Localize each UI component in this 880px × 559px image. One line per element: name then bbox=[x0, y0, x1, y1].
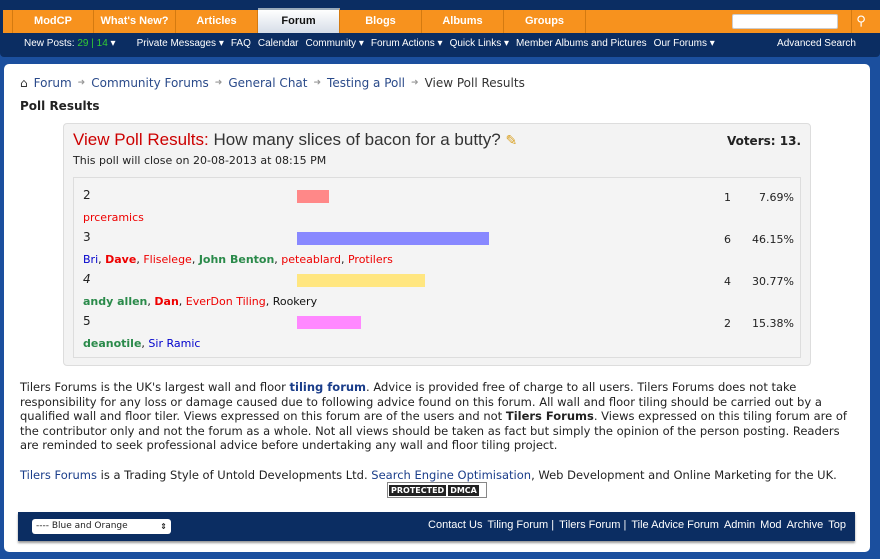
footer-links: Contact Us Tiling Forum | Tilers Forum | Ti… bbox=[428, 519, 846, 531]
subnav-item[interactable]: Forum Actions ▾ bbox=[371, 38, 443, 52]
tab-modcp[interactable]: ModCP bbox=[12, 10, 94, 33]
voter-link[interactable]: Fliselege bbox=[143, 253, 192, 266]
voter-list: deanotile, Sir Ramic bbox=[83, 337, 201, 350]
poll-close-date: This poll will close on 20-08-2013 at 08… bbox=[73, 154, 327, 167]
tab-forum[interactable]: Forum bbox=[258, 8, 340, 33]
voter-link[interactable]: peteablard bbox=[281, 253, 341, 266]
subnav-item[interactable]: Member Albums and Pictures bbox=[516, 38, 647, 52]
breadcrumb: ⌂ Forum ➜ Community Forums ➜ General Chat ➜ Tes… bbox=[20, 76, 525, 90]
poll-options: 2 1 7.69% prceramics 3 6 46.15% Bri, Dave, Flis… bbox=[73, 177, 801, 358]
voter-link[interactable]: andy allen bbox=[83, 295, 147, 308]
footer-link[interactable]: Top bbox=[828, 519, 846, 531]
footer-link[interactable]: Mod bbox=[760, 519, 781, 531]
new-posts[interactable]: New Posts: 29 | 14 ▾ bbox=[24, 38, 116, 52]
breadcrumb-item[interactable]: Community Forums bbox=[91, 76, 209, 90]
result-bar bbox=[297, 232, 489, 245]
magnifier-icon: ⚲ bbox=[856, 14, 866, 29]
poll-title: View Poll Results: How many slices of ba… bbox=[73, 130, 518, 149]
footer-link[interactable]: Archive bbox=[787, 519, 824, 531]
voter-link[interactable]: John Benton bbox=[199, 253, 274, 266]
home-icon[interactable]: ⌂ bbox=[20, 76, 28, 90]
option-label: 5 bbox=[83, 314, 91, 328]
vote-count: 1 bbox=[724, 191, 731, 204]
option-label: 2 bbox=[83, 188, 91, 202]
disclaimer: Tilers Forums is the UK's largest wall a… bbox=[20, 380, 847, 452]
result-bar bbox=[297, 190, 329, 203]
option-label: 3 bbox=[83, 230, 91, 244]
voter-link[interactable]: Sir Ramic bbox=[148, 337, 200, 350]
voter-link[interactable]: Rookery bbox=[273, 295, 317, 308]
tab-blogs[interactable]: Blogs bbox=[340, 10, 422, 33]
top-header: ModCP What's New? Articles Forum Blogs Albums… bbox=[0, 0, 880, 57]
result-bar bbox=[297, 274, 425, 287]
subnav-item[interactable]: Quick Links ▾ bbox=[450, 38, 509, 52]
select-arrows-icon: ⇕ bbox=[160, 522, 167, 531]
footer-bar: ---- Blue and Orange ⇕ Contact Us Tiling F… bbox=[18, 512, 855, 541]
vote-percent: 46.15% bbox=[752, 233, 794, 246]
breadcrumb-item[interactable]: Forum bbox=[34, 76, 72, 90]
footer-link[interactable]: Contact Us bbox=[428, 519, 482, 531]
breadcrumb-item[interactable]: Testing a Poll bbox=[327, 76, 405, 90]
subnav-item[interactable]: FAQ bbox=[231, 38, 251, 52]
breadcrumb-separator-icon: ➜ bbox=[313, 78, 322, 88]
voter-link[interactable]: EverDon Tiling bbox=[186, 295, 266, 308]
voter-list: prceramics bbox=[83, 211, 144, 224]
seo-link[interactable]: Search Engine Optimisation bbox=[371, 468, 531, 482]
poll-results-box: View Poll Results: How many slices of ba… bbox=[63, 123, 811, 366]
voter-list: Bri, Dave, Fliselege, John Benton, petea… bbox=[83, 253, 393, 266]
breadcrumb-separator-icon: ➜ bbox=[214, 78, 223, 88]
sub-nav: New Posts: 29 | 14 ▾ Private Messages ▾ F… bbox=[24, 38, 715, 52]
voter-link[interactable]: prceramics bbox=[83, 211, 144, 224]
breadcrumb-separator-icon: ➜ bbox=[77, 78, 86, 88]
tab-articles[interactable]: Articles bbox=[176, 10, 258, 33]
vote-percent: 15.38% bbox=[752, 317, 794, 330]
dmca-badge[interactable]: PROTECTED DMCA bbox=[387, 482, 487, 498]
footer-link[interactable]: Tile Advice Forum bbox=[631, 519, 719, 531]
tab-groups[interactable]: Groups bbox=[504, 10, 586, 33]
breadcrumb-item[interactable]: General Chat bbox=[228, 76, 307, 90]
breadcrumb-separator-icon: ➜ bbox=[411, 78, 419, 88]
subnav-item[interactable]: Our Forums ▾ bbox=[654, 38, 715, 52]
voters-count: Voters: 13. bbox=[726, 134, 801, 148]
voter-link[interactable]: deanotile bbox=[83, 337, 141, 350]
voter-link[interactable]: Dan bbox=[154, 295, 178, 308]
vote-count: 6 bbox=[724, 233, 731, 246]
tiling-forum-link[interactable]: tiling forum bbox=[290, 380, 367, 394]
tilers-forums-link[interactable]: Tilers Forums bbox=[20, 468, 97, 482]
voter-link[interactable]: Protilers bbox=[348, 253, 393, 266]
subnav-item[interactable]: Calendar bbox=[258, 38, 299, 52]
subnav-item[interactable]: Community ▾ bbox=[305, 38, 363, 52]
vote-count: 2 bbox=[724, 317, 731, 330]
voter-link[interactable]: Bri bbox=[83, 253, 98, 266]
subnav-item[interactable]: Private Messages ▾ bbox=[137, 38, 224, 52]
footer-link[interactable]: Admin bbox=[724, 519, 755, 531]
result-bar bbox=[297, 316, 361, 329]
tab-what-s-new-[interactable]: What's New? bbox=[94, 10, 176, 33]
search-input[interactable] bbox=[732, 14, 838, 29]
search-button[interactable]: ⚲ bbox=[851, 10, 870, 33]
trading-statement: Tilers Forums is a Trading Style of Unto… bbox=[20, 468, 837, 482]
page-title: Poll Results bbox=[20, 99, 100, 113]
edit-pencil-icon[interactable]: ✎ bbox=[505, 132, 517, 148]
tab-albums[interactable]: Albums bbox=[422, 10, 504, 33]
breadcrumb-item: View Poll Results bbox=[424, 76, 525, 90]
vote-count: 4 bbox=[724, 275, 731, 288]
voter-list: andy allen, Dan, EverDon Tiling, Rookery bbox=[83, 295, 318, 308]
style-select[interactable]: ---- Blue and Orange ⇕ bbox=[32, 519, 171, 534]
advanced-search-link[interactable]: Advanced Search bbox=[777, 38, 856, 49]
vote-percent: 30.77% bbox=[752, 275, 794, 288]
option-label: 4 bbox=[83, 272, 91, 286]
vote-percent: 7.69% bbox=[759, 191, 794, 204]
footer-link[interactable]: Tiling Forum | bbox=[487, 519, 554, 531]
footer-link[interactable]: Tilers Forum | bbox=[559, 519, 626, 531]
voter-link[interactable]: Dave bbox=[105, 253, 136, 266]
